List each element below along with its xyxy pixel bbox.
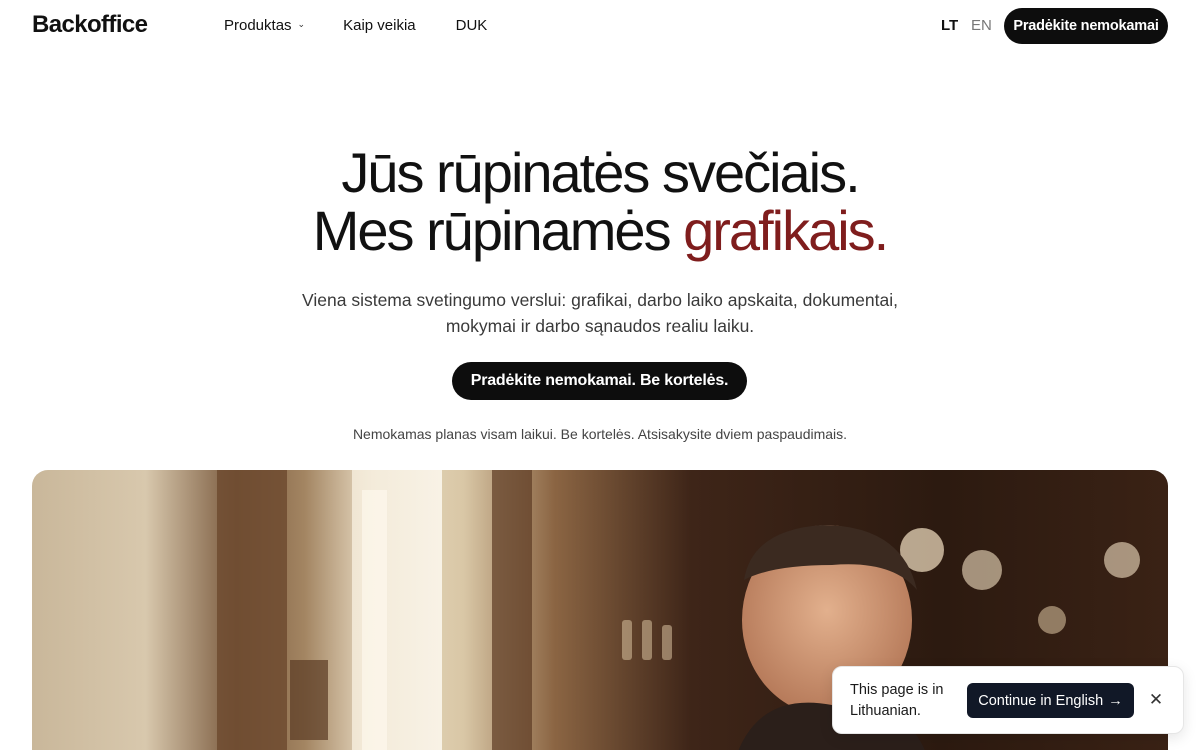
language-popup-message: This page is in Lithuanian. <box>850 682 944 719</box>
hero-title-accent: grafikais. <box>683 199 889 262</box>
language-lt[interactable]: LT <box>941 17 958 34</box>
language-en[interactable]: EN <box>971 17 992 34</box>
logo[interactable]: Backoffice <box>32 11 148 39</box>
hero-note: Nemokamas planas visam laikui. Be kortel… <box>352 426 848 442</box>
close-icon[interactable]: ✕ <box>1147 688 1165 712</box>
continue-in-english-label: Continue in English <box>978 692 1104 709</box>
language-popup: This page is in Lithuanian. Continue in … <box>832 666 1184 734</box>
chevron-down-icon: ⌄ <box>297 19 306 29</box>
arrow-right-icon: → <box>1108 692 1123 709</box>
nav-links: Produktas ⌄ Kaip veikia DUK <box>224 17 487 34</box>
continue-in-english-button[interactable]: Continue in English → <box>967 683 1134 718</box>
nav-item-duk[interactable]: DUK <box>456 17 488 34</box>
top-navbar: Backoffice Produktas ⌄ Kaip veikia DUK L… <box>0 0 1200 52</box>
hero-title-line2: Mes rūpinamės <box>312 199 684 262</box>
nav-item-produktas[interactable]: Produktas ⌄ <box>224 17 305 34</box>
hero-title-line1: Jūs rūpinatės svečiais. <box>341 141 860 204</box>
start-free-button[interactable]: Pradėkite nemokamai <box>1004 8 1168 44</box>
hero-title: Jūs rūpinatės svečiais. Mes rūpinamės gr… <box>0 144 1200 260</box>
hero-start-free-button[interactable]: Pradėkite nemokamai. Be kortelės. <box>452 362 747 400</box>
nav-item-label: Produktas <box>224 17 292 34</box>
hero-subtitle: Viena sistema svetingumo verslui: grafik… <box>302 290 898 336</box>
nav-item-kaip-veikia[interactable]: Kaip veikia <box>343 17 416 34</box>
